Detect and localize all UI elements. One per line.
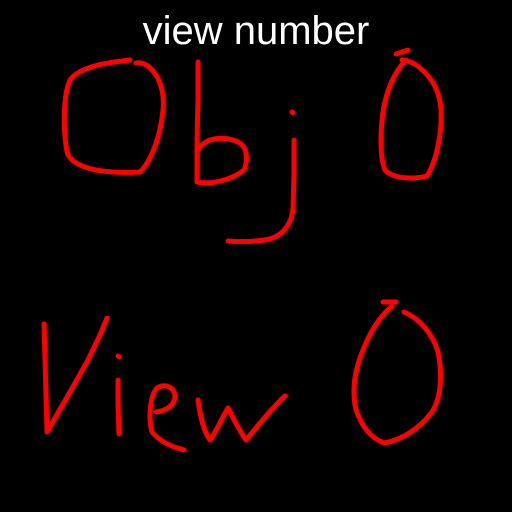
digit-zero-stroke-2 bbox=[351, 303, 443, 446]
handwritten-line-view bbox=[41, 299, 443, 453]
letter-j-dot bbox=[289, 109, 296, 116]
letter-v-stroke bbox=[41, 315, 110, 435]
letter-w-stroke bbox=[195, 393, 288, 443]
letter-o-stroke bbox=[61, 57, 166, 175]
handwritten-line-obj bbox=[61, 47, 444, 245]
letter-j-stroke bbox=[225, 137, 297, 245]
letter-i-dot bbox=[115, 353, 122, 360]
drawing-canvas: view number bbox=[0, 0, 512, 512]
digit-zero-stroke bbox=[378, 57, 444, 181]
handwritten-drawing bbox=[41, 47, 444, 453]
letter-b-stroke bbox=[194, 59, 249, 186]
letter-e-stroke bbox=[147, 383, 187, 453]
digit-zero-top-stroke bbox=[393, 47, 411, 57]
letter-i-stroke bbox=[115, 377, 122, 437]
